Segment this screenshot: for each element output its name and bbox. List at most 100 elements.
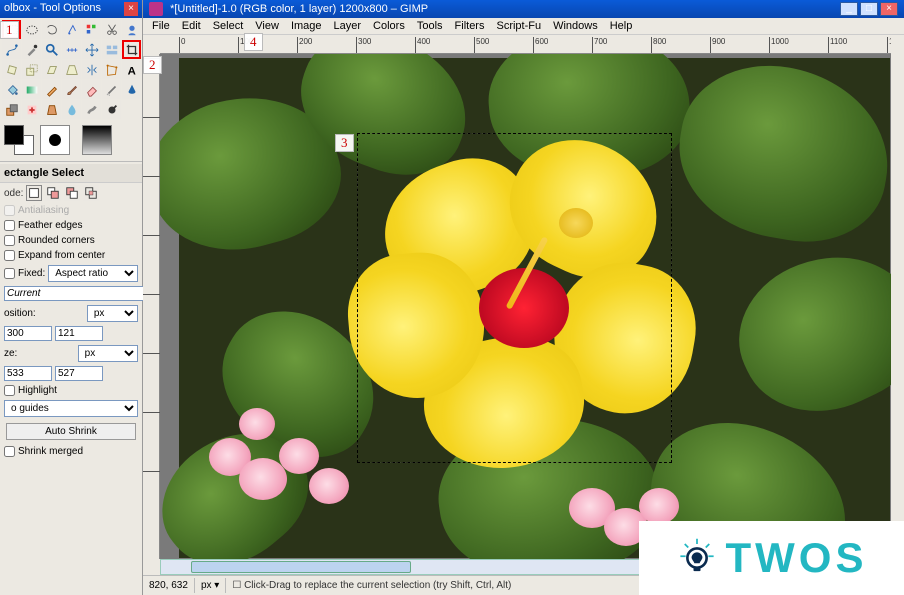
menu-layer[interactable]: Layer [329,19,367,33]
pos-x-input[interactable] [4,326,52,341]
ink-tool[interactable] [122,80,141,99]
fuzzy-select-tool[interactable] [62,20,81,39]
pos-y-input[interactable] [55,326,103,341]
guides-select[interactable]: o guides [4,400,138,417]
blend-tool[interactable] [22,80,41,99]
fg-bg-swatch[interactable] [4,125,34,155]
clone-tool[interactable] [2,100,21,119]
menu-tools[interactable]: Tools [412,19,448,33]
highlight-checkbox[interactable] [4,385,15,396]
menu-select[interactable]: Select [208,19,249,33]
ellipse-select-tool[interactable] [22,20,41,39]
fixed-value-input[interactable] [4,286,144,301]
select-by-color-tool[interactable] [82,20,101,39]
size-label: ze: [4,348,17,359]
paintbrush-tool[interactable] [62,80,81,99]
bucket-fill-tool[interactable] [2,80,21,99]
active-gradient[interactable] [82,125,112,155]
fg-color[interactable] [4,125,24,145]
cage-tool[interactable] [102,60,121,79]
fixed-select[interactable]: Aspect ratio [48,265,138,282]
perspective-tool[interactable] [62,60,81,79]
mode-replace-icon[interactable] [26,185,42,201]
lasso-tool[interactable] [42,20,61,39]
fixed-value-row[interactable]: ▯ ▭ [0,284,142,303]
size-h-input[interactable] [55,366,103,381]
image-title-text: *[Untitled]-1.0 (RGB color, 1 layer) 120… [170,3,428,15]
guides-row[interactable]: o guides [0,398,142,419]
size-inputs [0,364,142,383]
active-brush[interactable] [40,125,70,155]
menu-scriptfu[interactable]: Script-Fu [491,19,546,33]
highlight-row[interactable]: Highlight [0,383,142,398]
mode-add-icon[interactable] [45,185,61,201]
blur-tool[interactable] [62,100,81,119]
gimp-icon [149,2,163,16]
antialias-checkbox [4,205,15,216]
image-titlebar[interactable]: *[Untitled]-1.0 (RGB color, 1 layer) 120… [143,0,904,18]
shrink-merged-checkbox[interactable] [4,446,15,457]
position-unit[interactable]: px [87,305,138,322]
menu-colors[interactable]: Colors [368,19,410,33]
antialias-row[interactable]: Antialiasing [0,203,142,218]
highlight-label: Highlight [18,385,57,396]
scrollbar-thumb[interactable] [191,561,411,573]
titlebar-left: *[Untitled]-1.0 (RGB color, 1 layer) 120… [149,2,428,16]
auto-shrink-button[interactable]: Auto Shrink [6,423,136,440]
color-picker-tool[interactable] [22,40,41,59]
text-tool[interactable]: A [122,60,141,79]
align-tool[interactable] [102,40,121,59]
size-w-input[interactable] [4,366,52,381]
expand-row[interactable]: Expand from center [0,248,142,263]
pencil-tool[interactable] [42,80,61,99]
scissors-tool[interactable] [102,20,121,39]
menu-image[interactable]: Image [286,19,327,33]
flip-tool[interactable] [82,60,101,79]
rounded-row[interactable]: Rounded corners [0,233,142,248]
mode-label: ode: [4,188,23,199]
mode-subtract-icon[interactable] [64,185,80,201]
zoom-tool[interactable] [42,40,61,59]
mode-intersect-icon[interactable] [83,185,99,201]
close-button[interactable]: × [880,2,898,16]
menu-windows[interactable]: Windows [548,19,603,33]
ruler-vertical[interactable] [143,54,160,559]
rounded-checkbox[interactable] [4,235,15,246]
airbrush-tool[interactable] [102,80,121,99]
scale-tool[interactable] [22,60,41,79]
perspective-clone-tool[interactable] [42,100,61,119]
feather-row[interactable]: Feather edges [0,218,142,233]
shear-tool[interactable] [42,60,61,79]
smudge-tool[interactable] [82,100,101,119]
menu-filters[interactable]: Filters [450,19,490,33]
fixed-checkbox[interactable] [4,268,15,279]
svg-text:A: A [127,65,135,77]
canvas-area[interactable] [160,54,891,559]
dodge-burn-tool[interactable] [102,100,121,119]
eraser-tool[interactable] [82,80,101,99]
crop-tool[interactable] [122,40,141,59]
menu-file[interactable]: File [147,19,175,33]
measure-tool[interactable] [62,40,81,59]
rotate-tool[interactable] [2,60,21,79]
paths-tool[interactable] [2,40,21,59]
minimize-button[interactable]: _ [840,2,858,16]
toolbox-close-icon[interactable]: × [124,2,138,16]
menu-view[interactable]: View [250,19,284,33]
expand-checkbox[interactable] [4,250,15,261]
move-tool[interactable] [82,40,101,59]
ruler-horizontal[interactable]: 0 100 200 300 400 500 600 700 800 900 10… [160,37,891,54]
menu-help[interactable]: Help [605,19,638,33]
shrink-merged-row[interactable]: Shrink merged [0,444,142,459]
maximize-button[interactable]: □ [860,2,878,16]
heal-tool[interactable] [22,100,41,119]
fixed-row[interactable]: Fixed: Aspect ratio [0,263,142,284]
canvas[interactable] [179,58,890,558]
status-unit[interactable]: px ▾ [195,578,226,593]
tools-grid: A [0,18,142,121]
feather-checkbox[interactable] [4,220,15,231]
size-unit[interactable]: px [78,345,138,362]
menu-edit[interactable]: Edit [177,19,206,33]
foreground-select-tool[interactable] [122,20,141,39]
toolbox-titlebar[interactable]: olbox - Tool Options × [0,0,142,18]
